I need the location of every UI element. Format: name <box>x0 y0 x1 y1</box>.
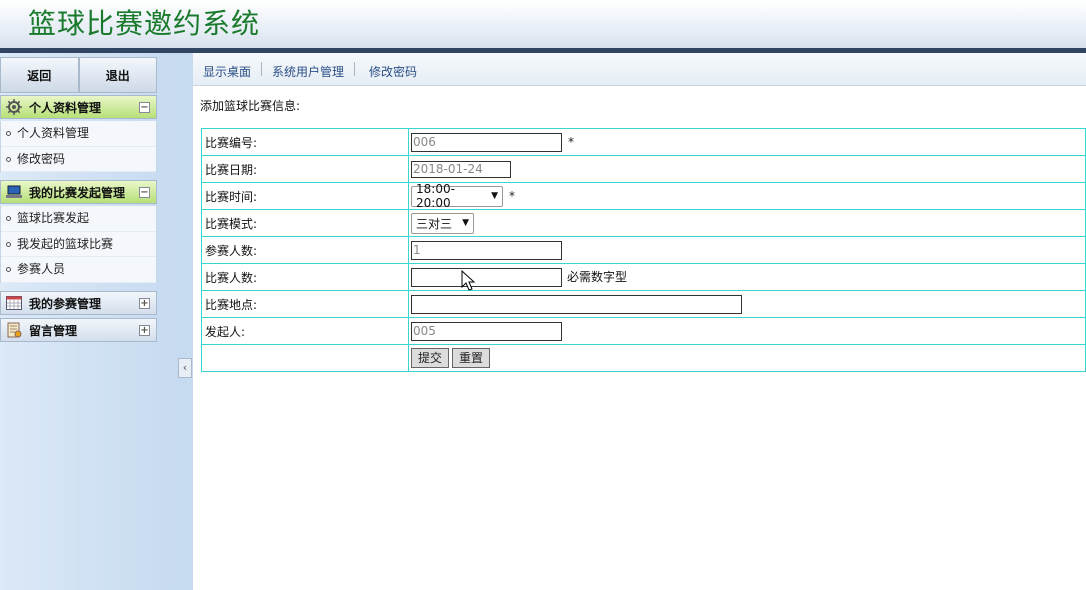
form-row: 比赛模式: 三对三 ▼ <box>201 209 1086 237</box>
bullet-icon <box>6 267 11 272</box>
bullet-icon <box>6 156 11 162</box>
sidebar: 返回 退出 个人资料管理 − 个人资料管理 修改密码 我的比赛发起管理 − 篮球… <box>0 53 178 590</box>
match-form: 比赛编号: 006 * 比赛日期: 2018-01-24 比赛时间: 18:00-… <box>201 128 1086 372</box>
form-row: 参赛人数: 1 <box>201 236 1086 264</box>
sidebar-item-participants[interactable]: 参赛人员 <box>1 257 156 283</box>
notebook-icon <box>5 322 23 338</box>
menu-group-label: 我的参赛管理 <box>29 296 102 311</box>
logout-button[interactable]: 退出 <box>78 57 157 93</box>
form-actions: 提交 重置 <box>408 344 1086 372</box>
top-navbar: 显示桌面 系统用户管理 修改密码 <box>193 53 1086 86</box>
app-title: 篮球比赛邀约系统 <box>28 7 261 40</box>
bullet-icon <box>6 216 11 221</box>
form-field-cell: 006 * <box>408 128 1086 156</box>
collapse-sidebar-icon[interactable]: ‹ <box>178 358 192 378</box>
menu-group-profile-items: 个人资料管理 修改密码 <box>0 121 157 172</box>
required-mark: * <box>568 134 574 149</box>
match-date-label: 比赛日期: <box>201 155 409 183</box>
form-field-cell: 005 <box>408 317 1086 345</box>
match-count-input[interactable] <box>411 267 562 287</box>
sidebar-item-label: 修改密码 <box>17 151 66 166</box>
back-button[interactable]: 返回 <box>0 57 79 93</box>
menu-group-label: 个人资料管理 <box>29 100 102 115</box>
calendar-icon <box>5 295 23 311</box>
form-field-cell: 18:00-20:00 ▼ * <box>408 182 1086 210</box>
menu-group-match-initiate[interactable]: 我的比赛发起管理 − <box>0 180 157 204</box>
form-field-cell: 2018-01-24 <box>408 155 1086 183</box>
form-field-cell: 三对三 ▼ <box>408 209 1086 237</box>
participants-input[interactable]: 1 <box>411 240 562 260</box>
nav-system-users[interactable]: 系统用户管理 <box>272 63 344 80</box>
form-field-cell: 1 <box>408 236 1086 264</box>
laptop-icon <box>5 184 23 200</box>
match-mode-label: 比赛模式: <box>201 209 409 237</box>
match-time-select[interactable]: 18:00-20:00 ▼ <box>411 182 503 210</box>
collapse-icon[interactable]: − <box>139 186 150 198</box>
initiator-label: 发起人: <box>201 317 409 345</box>
sidebar-item-label: 我发起的篮球比赛 <box>17 236 114 251</box>
main-content: 显示桌面 系统用户管理 修改密码 添加篮球比赛信息: 比赛编号: 006 * 比赛… <box>193 53 1086 590</box>
sidebar-item-label: 篮球比赛发起 <box>17 211 90 225</box>
sidebar-item-profile[interactable]: 个人资料管理 <box>1 121 156 147</box>
form-row: 比赛人数: 必需数字型 <box>201 263 1086 291</box>
dropdown-arrow-icon: ▼ <box>462 218 469 228</box>
form-row: 比赛地点: <box>201 290 1086 318</box>
menu-group-match-initiate-items: 篮球比赛发起 我发起的篮球比赛 参赛人员 <box>0 206 157 283</box>
required-mark: * <box>509 188 515 203</box>
nav-separator <box>354 62 355 76</box>
expand-icon[interactable]: + <box>139 324 150 336</box>
gear-icon <box>5 99 23 115</box>
menu-group-label: 我的比赛发起管理 <box>29 185 126 200</box>
form-row: 比赛日期: 2018-01-24 <box>201 155 1086 183</box>
collapse-icon[interactable]: − <box>139 101 150 113</box>
bullet-icon <box>6 241 11 247</box>
form-field-cell: 必需数字型 <box>408 263 1086 291</box>
sidebar-item-change-password[interactable]: 修改密码 <box>1 147 156 172</box>
sidebar-top-buttons: 返回 退出 <box>0 57 157 93</box>
sidebar-item-my-matches[interactable]: 我发起的篮球比赛 <box>1 232 156 257</box>
match-mode-select[interactable]: 三对三 ▼ <box>411 212 474 234</box>
match-time-value: 18:00-20:00 <box>416 182 455 210</box>
menu-group-messages[interactable]: 留言管理 + <box>0 318 157 342</box>
mouse-cursor-icon <box>461 270 476 291</box>
match-time-label: 比赛时间: <box>201 182 409 210</box>
bullet-icon <box>6 131 11 136</box>
expand-icon[interactable]: + <box>139 297 150 309</box>
match-no-input[interactable]: 006 <box>411 132 562 152</box>
submit-button[interactable]: 提交 <box>411 348 450 368</box>
app-header: 篮球比赛邀约系统 <box>0 0 1086 48</box>
form-row: 比赛编号: 006 * <box>201 128 1086 156</box>
participants-label: 参赛人数: <box>201 236 409 264</box>
sidebar-splitter <box>178 53 193 590</box>
dropdown-arrow-icon: ▼ <box>491 191 498 201</box>
sidebar-item-label: 个人资料管理 <box>17 126 90 140</box>
form-field-cell <box>408 290 1086 318</box>
form-row: 发起人: 005 <box>201 317 1086 345</box>
match-count-label: 比赛人数: <box>201 263 409 291</box>
nav-change-password[interactable]: 修改密码 <box>369 63 417 80</box>
sidebar-item-label: 参赛人员 <box>17 262 66 276</box>
location-label: 比赛地点: <box>201 290 409 318</box>
empty-cell <box>201 344 409 372</box>
match-mode-value: 三对三 <box>416 216 453 231</box>
reset-button[interactable]: 重置 <box>452 348 491 368</box>
match-no-label: 比赛编号: <box>201 128 409 156</box>
nav-separator <box>261 62 262 76</box>
menu-group-profile[interactable]: 个人资料管理 − <box>0 95 157 119</box>
numeric-hint: 必需数字型 <box>567 269 628 284</box>
initiator-input[interactable]: 005 <box>411 321 562 341</box>
location-input[interactable] <box>411 294 742 314</box>
menu-group-my-participation[interactable]: 我的参赛管理 + <box>0 291 157 315</box>
form-row: 比赛时间: 18:00-20:00 ▼ * <box>201 182 1086 210</box>
match-date-input[interactable]: 2018-01-24 <box>411 160 511 178</box>
nav-show-desktop[interactable]: 显示桌面 <box>203 63 251 80</box>
sidebar-item-initiate-match[interactable]: 篮球比赛发起 <box>1 206 156 232</box>
menu-group-label: 留言管理 <box>29 323 78 338</box>
page-title: 添加篮球比赛信息: <box>200 99 301 113</box>
form-row: 提交 重置 <box>201 344 1086 372</box>
